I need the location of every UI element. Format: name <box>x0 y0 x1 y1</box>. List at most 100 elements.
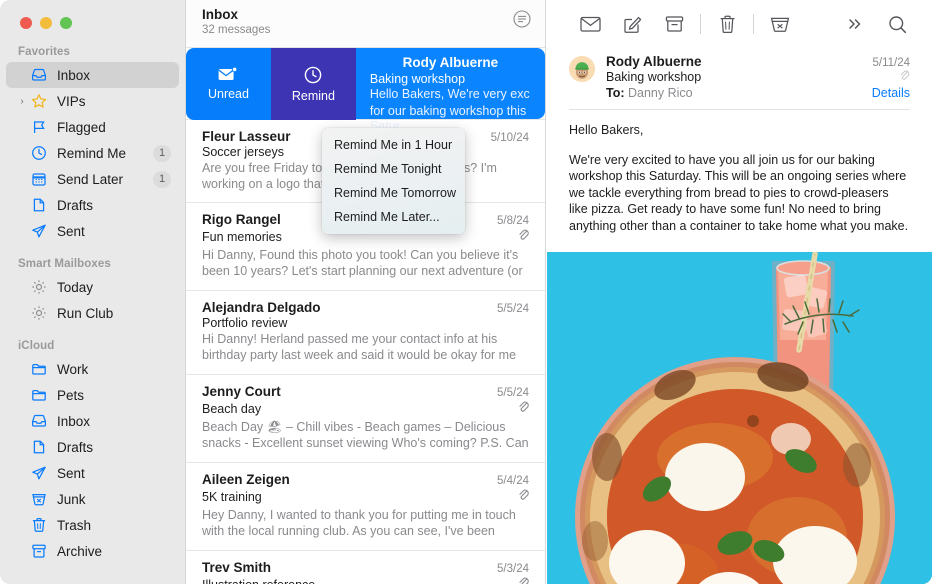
message-date: 5/10/24 <box>490 132 529 144</box>
sidebar-item-trash[interactable]: Trash <box>6 512 179 538</box>
sidebar-item-drafts[interactable]: Drafts <box>6 434 179 460</box>
detail-toolbar <box>547 0 932 48</box>
selected-message-preview: Hello Bakers, We're very exc <box>369 87 530 101</box>
sidebar-item-drafts[interactable]: Drafts <box>6 192 179 218</box>
message-sender: Rigo Rangel <box>202 212 281 227</box>
swipe-action-remind-label: Remind <box>291 88 335 103</box>
archive-icon <box>29 543 49 559</box>
sidebar-item-pets[interactable]: Pets <box>6 382 179 408</box>
unread-envelope-icon <box>218 67 238 82</box>
folder-icon <box>29 361 49 377</box>
filter-icon[interactable] <box>513 10 531 28</box>
message-subject: Portfolio review <box>202 316 288 330</box>
sidebar-item-send-later[interactable]: Send Later 1 <box>6 166 179 192</box>
paperclip-icon <box>518 228 529 246</box>
message-list-pane: Inbox 32 messages Unread Remind Rody Alb… <box>186 0 546 584</box>
gear-icon <box>29 305 49 321</box>
sidebar-item-inbox[interactable]: Inbox <box>6 408 179 434</box>
inbox-icon <box>29 67 49 83</box>
selected-message-card[interactable]: Rody Albuerne Baking workshop Hello Bake… <box>355 48 545 133</box>
message-preview: Hi Danny! Herland passed me your contact… <box>202 332 517 364</box>
toolbar-divider <box>753 14 754 34</box>
swiped-message-row[interactable]: Unread Remind Rody Albuerne Baking works… <box>186 48 545 133</box>
sidebar-item-label: Today <box>57 279 94 295</box>
sidebar-item-remind-me[interactable]: Remind Me 1 <box>6 140 179 166</box>
details-link[interactable]: Details <box>872 86 910 100</box>
message-sender: Jenny Court <box>202 384 281 399</box>
sidebar-group-smart-mailboxes: Smart Mailboxes Today Run Club <box>0 258 185 326</box>
message-subject: 5K training <box>202 490 262 504</box>
to-label: To: <box>606 86 625 100</box>
traffic-lights <box>0 0 185 29</box>
message-rows: Unread Remind Rody Albuerne Baking works… <box>186 48 545 584</box>
sidebar-item-archive[interactable]: Archive <box>6 538 179 564</box>
swipe-action-unread-label: Unread <box>207 87 249 101</box>
sidebar-item-inbox[interactable]: Inbox <box>6 62 179 88</box>
message-sender: Alejandra Delgado <box>202 300 321 315</box>
paperclip-icon <box>899 69 910 81</box>
message-row[interactable]: Alejandra Delgado 5/5/24 Portfolio review H… <box>186 291 545 375</box>
sidebar-section-header: Smart Mailboxes <box>18 258 111 270</box>
junk-button[interactable] <box>759 15 801 33</box>
message-row[interactable]: Jenny Court 5/5/24 Beach day Beach Day 🏖 – … <box>186 375 545 463</box>
delete-button[interactable] <box>706 15 748 34</box>
document-icon <box>29 439 49 455</box>
compose-button[interactable] <box>611 15 653 34</box>
sidebar-groups: Favorites Inbox › VIPs Flagged Remind Me 1 Send… <box>0 46 185 564</box>
pizza-and-drink-photo[interactable] <box>547 252 932 584</box>
swipe-action-unread[interactable]: Unread <box>186 48 271 120</box>
context-menu-item[interactable]: Remind Me Later... <box>322 205 465 229</box>
search-button[interactable] <box>876 15 918 34</box>
selected-message-from: Rody Albuerne <box>402 55 499 70</box>
sidebar-item-sent[interactable]: Sent <box>6 218 179 244</box>
sidebar-section-header: Favorites <box>18 46 71 58</box>
swipe-action-remind[interactable]: Remind <box>270 48 356 120</box>
message-header: Rody Albuerne 5/11/24 Baking workshop To… <box>547 48 932 100</box>
sidebar-item-badge: 1 <box>153 170 171 188</box>
sidebar-item-label: Inbox <box>57 413 91 429</box>
selected-message-subject: Baking workshop <box>369 72 466 86</box>
sidebar-section-header: iCloud <box>18 340 55 352</box>
message-sender: Trev Smith <box>202 560 272 575</box>
sidebar-item-run-club[interactable]: Run Club <box>6 300 179 326</box>
message-body: Hello Bakers, We're very excited to have… <box>547 110 932 234</box>
sidebar-item-today[interactable]: Today <box>6 274 179 300</box>
context-menu-item[interactable]: Remind Me Tomorrow <box>322 181 465 205</box>
archive-button[interactable] <box>653 15 695 33</box>
message-detail-pane: Rody Albuerne 5/11/24 Baking workshop To… <box>547 0 932 584</box>
mark-unread-button[interactable] <box>569 16 611 32</box>
minimize-button[interactable] <box>40 17 52 29</box>
message-preview: Hi Danny, Found this photo you took! Can… <box>202 248 523 280</box>
body-greeting: Hello Bakers, <box>569 123 644 137</box>
sidebar-item-work[interactable]: Work <box>6 356 179 382</box>
sidebar-item-label: Sent <box>57 223 85 239</box>
junk-bin-icon <box>29 491 49 507</box>
sidebar-item-flagged[interactable]: Flagged <box>6 114 179 140</box>
message-preview: Beach Day 🏖 – Chill vibes - Beach games … <box>202 420 529 452</box>
message-date: 5/5/24 <box>497 303 529 315</box>
star-icon <box>29 93 49 109</box>
sidebar-group-favorites: Favorites Inbox › VIPs Flagged Remind Me 1 Send… <box>0 46 185 244</box>
context-menu-item[interactable]: Remind Me in 1 Hour <box>322 133 465 157</box>
sidebar-item-label: Send Later <box>57 171 124 187</box>
to-value: Danny Rico <box>628 86 693 100</box>
sidebar-item-junk[interactable]: Junk <box>6 486 179 512</box>
close-button[interactable] <box>20 17 32 29</box>
sidebar-item-sent[interactable]: Sent <box>6 460 179 486</box>
sidebar-item-label: Drafts <box>57 439 94 455</box>
sidebar-item-label: Inbox <box>57 67 91 83</box>
paper-plane-icon <box>29 465 49 481</box>
sidebar-item-vips[interactable]: › VIPs <box>6 88 179 114</box>
message-row[interactable]: Aileen Zeigen 5/4/24 5K training Hey Danny,… <box>186 463 545 551</box>
remind-me-context-menu[interactable]: Remind Me in 1 Hour Remind Me Tonight Remi… <box>322 128 465 234</box>
zoom-button[interactable] <box>60 17 72 29</box>
more-button[interactable] <box>834 17 876 31</box>
mailbox-title: Inbox <box>202 7 238 22</box>
chevron-right-icon[interactable]: › <box>16 96 28 107</box>
inbox-icon <box>29 413 49 429</box>
message-sender: Fleur Lasseur <box>202 129 291 144</box>
message-row[interactable]: Trev Smith5/3/24Illustration referenceHi… <box>186 551 545 584</box>
context-menu-item[interactable]: Remind Me Tonight <box>322 157 465 181</box>
trash-icon <box>29 517 49 533</box>
message-date: 5/4/24 <box>497 475 529 487</box>
